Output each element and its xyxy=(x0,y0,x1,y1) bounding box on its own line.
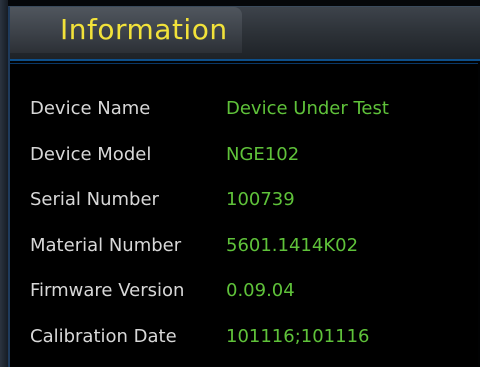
info-value: 0.09.04 xyxy=(226,280,295,301)
info-row-material-number: Material Number 5601.1414K02 xyxy=(30,235,470,263)
info-row-device-name: Device Name Device Under Test xyxy=(30,98,470,126)
info-value: 5601.1414K02 xyxy=(226,235,359,256)
title-bar: Information xyxy=(10,7,480,61)
info-label: Serial Number xyxy=(30,189,159,210)
title-tab: Information xyxy=(10,7,242,53)
info-row-firmware-version: Firmware Version 0.09.04 xyxy=(30,280,470,308)
left-border xyxy=(0,0,8,367)
info-value: 100739 xyxy=(226,189,295,210)
info-value: 101116;101116 xyxy=(226,326,370,347)
info-row-device-model: Device Model NGE102 xyxy=(30,144,470,172)
info-label: Device Name xyxy=(30,98,151,119)
screen: Information Device Name Device Under Tes… xyxy=(0,0,480,367)
info-label: Material Number xyxy=(30,235,182,256)
information-panel: Information Device Name Device Under Tes… xyxy=(8,6,480,367)
info-value: Device Under Test xyxy=(226,98,389,119)
info-row-calibration-date: Calibration Date 101116;101116 xyxy=(30,326,470,354)
info-value: NGE102 xyxy=(226,144,300,165)
info-label: Firmware Version xyxy=(30,280,185,301)
info-list: Device Name Device Under Test Device Mod… xyxy=(10,63,478,366)
panel-title: Information xyxy=(60,13,228,46)
info-label: Calibration Date xyxy=(30,326,177,347)
info-label: Device Model xyxy=(30,144,152,165)
info-row-serial-number: Serial Number 100739 xyxy=(30,189,470,217)
